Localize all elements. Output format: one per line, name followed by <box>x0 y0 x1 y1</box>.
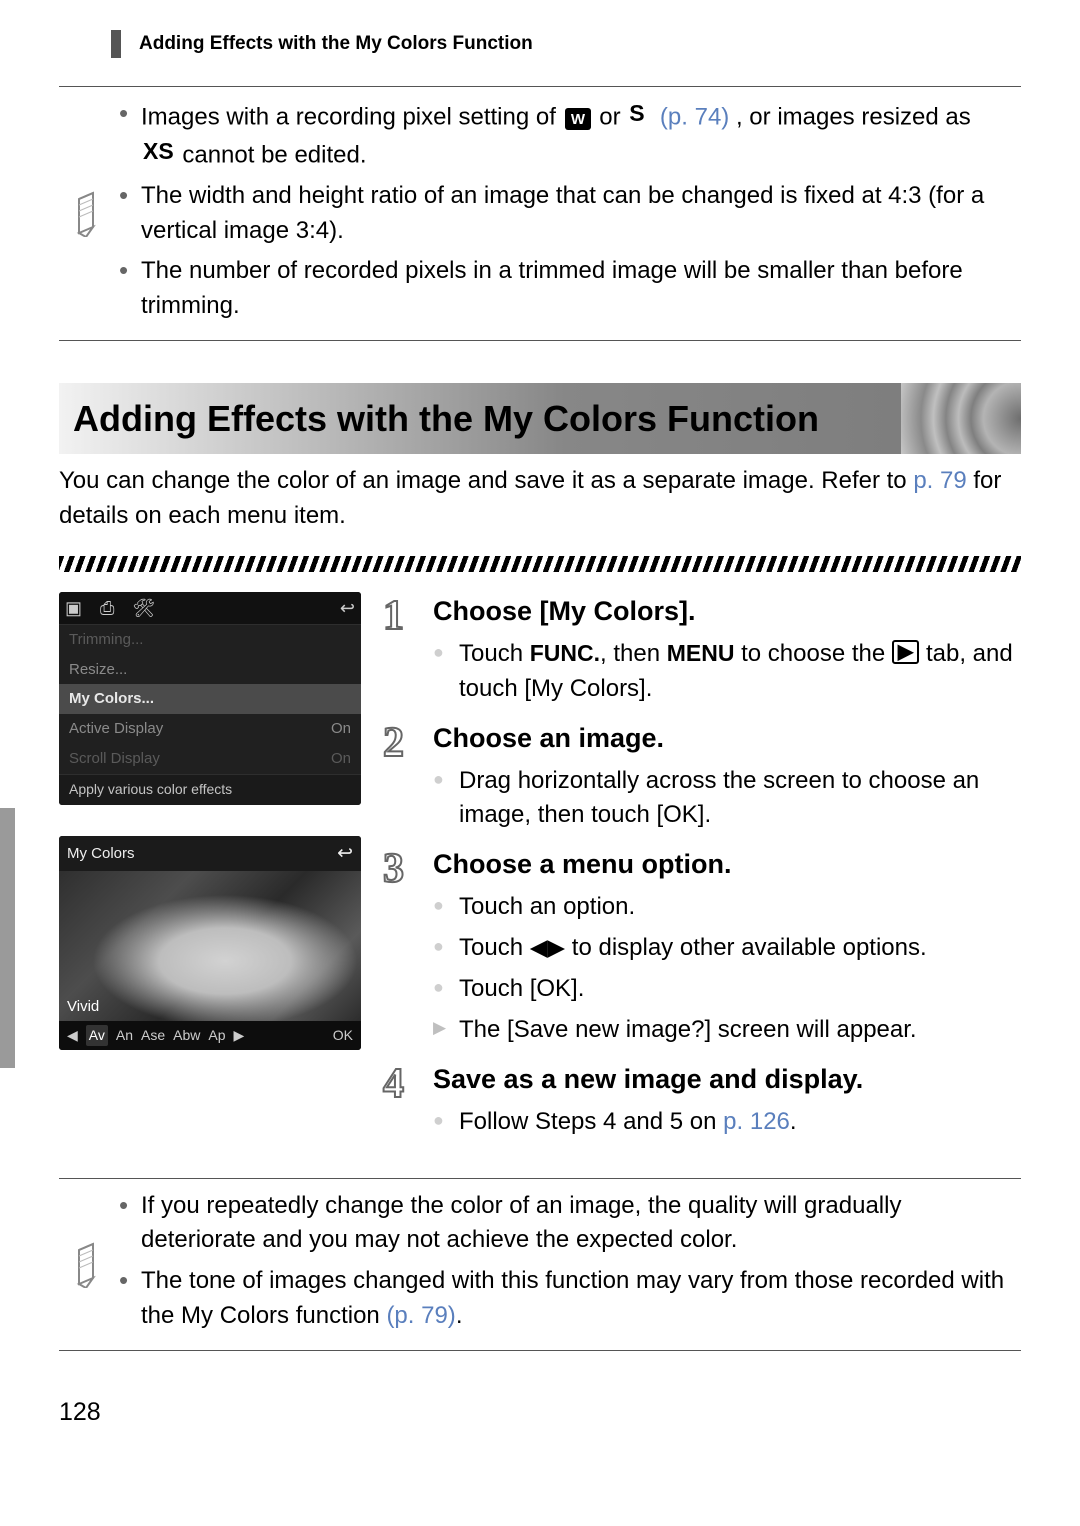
play-tab-icon: ▶ <box>892 640 919 664</box>
bottom-note-box: If you repeatedly change the color of an… <box>59 1178 1021 1351</box>
func-label: FUNC. <box>530 640 600 666</box>
s-icon: S <box>627 97 646 130</box>
page-ref-79[interactable]: (p. 79) <box>386 1302 455 1329</box>
step-bullet: Touch [OK]. <box>433 972 1021 1007</box>
section-title: Adding Effects with the My Colors Functi… <box>59 383 901 454</box>
pencil-note-icon <box>59 1240 119 1288</box>
screenshots-column: ▣ ⎙ 🛠 ↩ Trimming... Resize... My Colors.… <box>59 592 361 1050</box>
opt-abw: Abw <box>173 1025 200 1045</box>
tools-tab-icon: 🛠 <box>132 595 155 621</box>
step-number: 3 <box>383 839 404 900</box>
step-heading: Choose [My Colors]. <box>433 592 1021 631</box>
svg-text:W: W <box>570 111 585 128</box>
left-right-arrows-icon: ◀▶ <box>530 934 565 960</box>
top-note-item: The width and height ratio of an image t… <box>119 179 1011 249</box>
xs-icon: XS <box>141 135 176 168</box>
bottom-note-list: If you repeatedly change the color of an… <box>119 1189 1011 1340</box>
thumb-tab <box>0 808 15 1068</box>
print-tab-icon: ⎙ <box>100 595 114 621</box>
page: Adding Effects with the My Colors Functi… <box>0 0 1080 1460</box>
menu-label: MENU <box>667 640 735 666</box>
hatched-divider <box>59 556 1021 572</box>
top-note-item: Images with a recording pixel setting of… <box>119 97 1011 173</box>
steps-column: 1 Choose [My Colors]. Touch FUNC., then … <box>383 592 1021 1152</box>
step-bullet: Drag horizontally across the screen to c… <box>433 764 1021 834</box>
page-ref-126[interactable]: p. 126 <box>723 1108 790 1135</box>
lcd2-title: My Colors <box>67 843 135 865</box>
menu-item-mycolors: My Colors... <box>59 684 361 714</box>
left-arrow-icon: ◀ <box>67 1025 78 1045</box>
play-tab-icon: ▣ <box>65 595 82 621</box>
pencil-note-icon <box>59 189 119 237</box>
menu-item-trimming: Trimming... <box>59 625 361 655</box>
opt-av: Av <box>86 1025 108 1045</box>
opt-ase: Ase <box>141 1025 165 1045</box>
mycolors-screenshot: My Colors ↩ Vivid ◀ Av An Ase Abw Ap ▶ <box>59 836 361 1050</box>
step-bullet: Touch ◀▶ to display other available opti… <box>433 931 1021 966</box>
page-number: 128 <box>59 1394 101 1430</box>
page-ref-74[interactable]: (p. 74) <box>660 103 729 130</box>
step-1: 1 Choose [My Colors]. Touch FUNC., then … <box>383 592 1021 707</box>
step-heading: Choose an image. <box>433 719 1021 758</box>
step-number: 1 <box>383 586 404 647</box>
lcd-hint: Apply various color effects <box>59 774 361 805</box>
step-bullet: Touch FUNC., then MENU to choose the ▶ t… <box>433 637 1021 707</box>
back-icon: ↩ <box>337 840 353 868</box>
menu-item-resize: Resize... <box>59 655 361 685</box>
step-4: 4 Save as a new image and display. Follo… <box>383 1060 1021 1140</box>
body-grid: ▣ ⎙ 🛠 ↩ Trimming... Resize... My Colors.… <box>59 592 1021 1152</box>
step-heading: Save as a new image and display. <box>433 1060 1021 1099</box>
menu-item-active-display: Active DisplayOn <box>59 714 361 744</box>
step-2: 2 Choose an image. Drag horizontally acr… <box>383 719 1021 834</box>
bottom-note-item: If you repeatedly change the color of an… <box>119 1189 1011 1259</box>
section-title-row: Adding Effects with the My Colors Functi… <box>59 383 1021 454</box>
ripple-ornament-icon <box>901 383 1021 454</box>
step-3: 3 Choose a menu option. Touch an option.… <box>383 845 1021 1047</box>
step-number: 4 <box>383 1054 404 1115</box>
menu-screenshot: ▣ ⎙ 🛠 ↩ Trimming... Resize... My Colors.… <box>59 592 361 805</box>
step-bullet: Touch an option. <box>433 890 1021 925</box>
opt-ap: Ap <box>208 1025 225 1045</box>
step-number: 2 <box>383 713 404 774</box>
running-head: Adding Effects with the My Colors Functi… <box>111 30 1021 58</box>
menu-item-scroll-display: Scroll DisplayOn <box>59 744 361 774</box>
lcd2-preview: Vivid <box>59 871 361 1021</box>
step-bullet: Follow Steps 4 and 5 on p. 126. <box>433 1105 1021 1140</box>
section-intro: You can change the color of an image and… <box>59 464 1021 534</box>
step-heading: Choose a menu option. <box>433 845 1021 884</box>
lcd-tabs: ▣ ⎙ 🛠 ↩ <box>59 592 361 625</box>
opt-an: An <box>116 1025 133 1045</box>
lcd2-options: ◀ Av An Ase Abw Ap ▶ <box>67 1025 244 1045</box>
ok-label: OK <box>333 1025 353 1045</box>
back-icon: ↩ <box>340 595 355 621</box>
top-note-box: Images with a recording pixel setting of… <box>59 86 1021 341</box>
right-arrow-icon: ▶ <box>233 1025 244 1045</box>
lcd2-effect-label: Vivid <box>67 996 99 1018</box>
w-icon: W <box>563 108 593 130</box>
step-result: The [Save new image?] screen will appear… <box>433 1013 1021 1048</box>
top-note-item: The number of recorded pixels in a trimm… <box>119 254 1011 324</box>
bottom-note-item: The tone of images changed with this fun… <box>119 1264 1011 1334</box>
page-ref-79[interactable]: p. 79 <box>913 467 966 494</box>
top-note-list: Images with a recording pixel setting of… <box>119 97 1011 330</box>
